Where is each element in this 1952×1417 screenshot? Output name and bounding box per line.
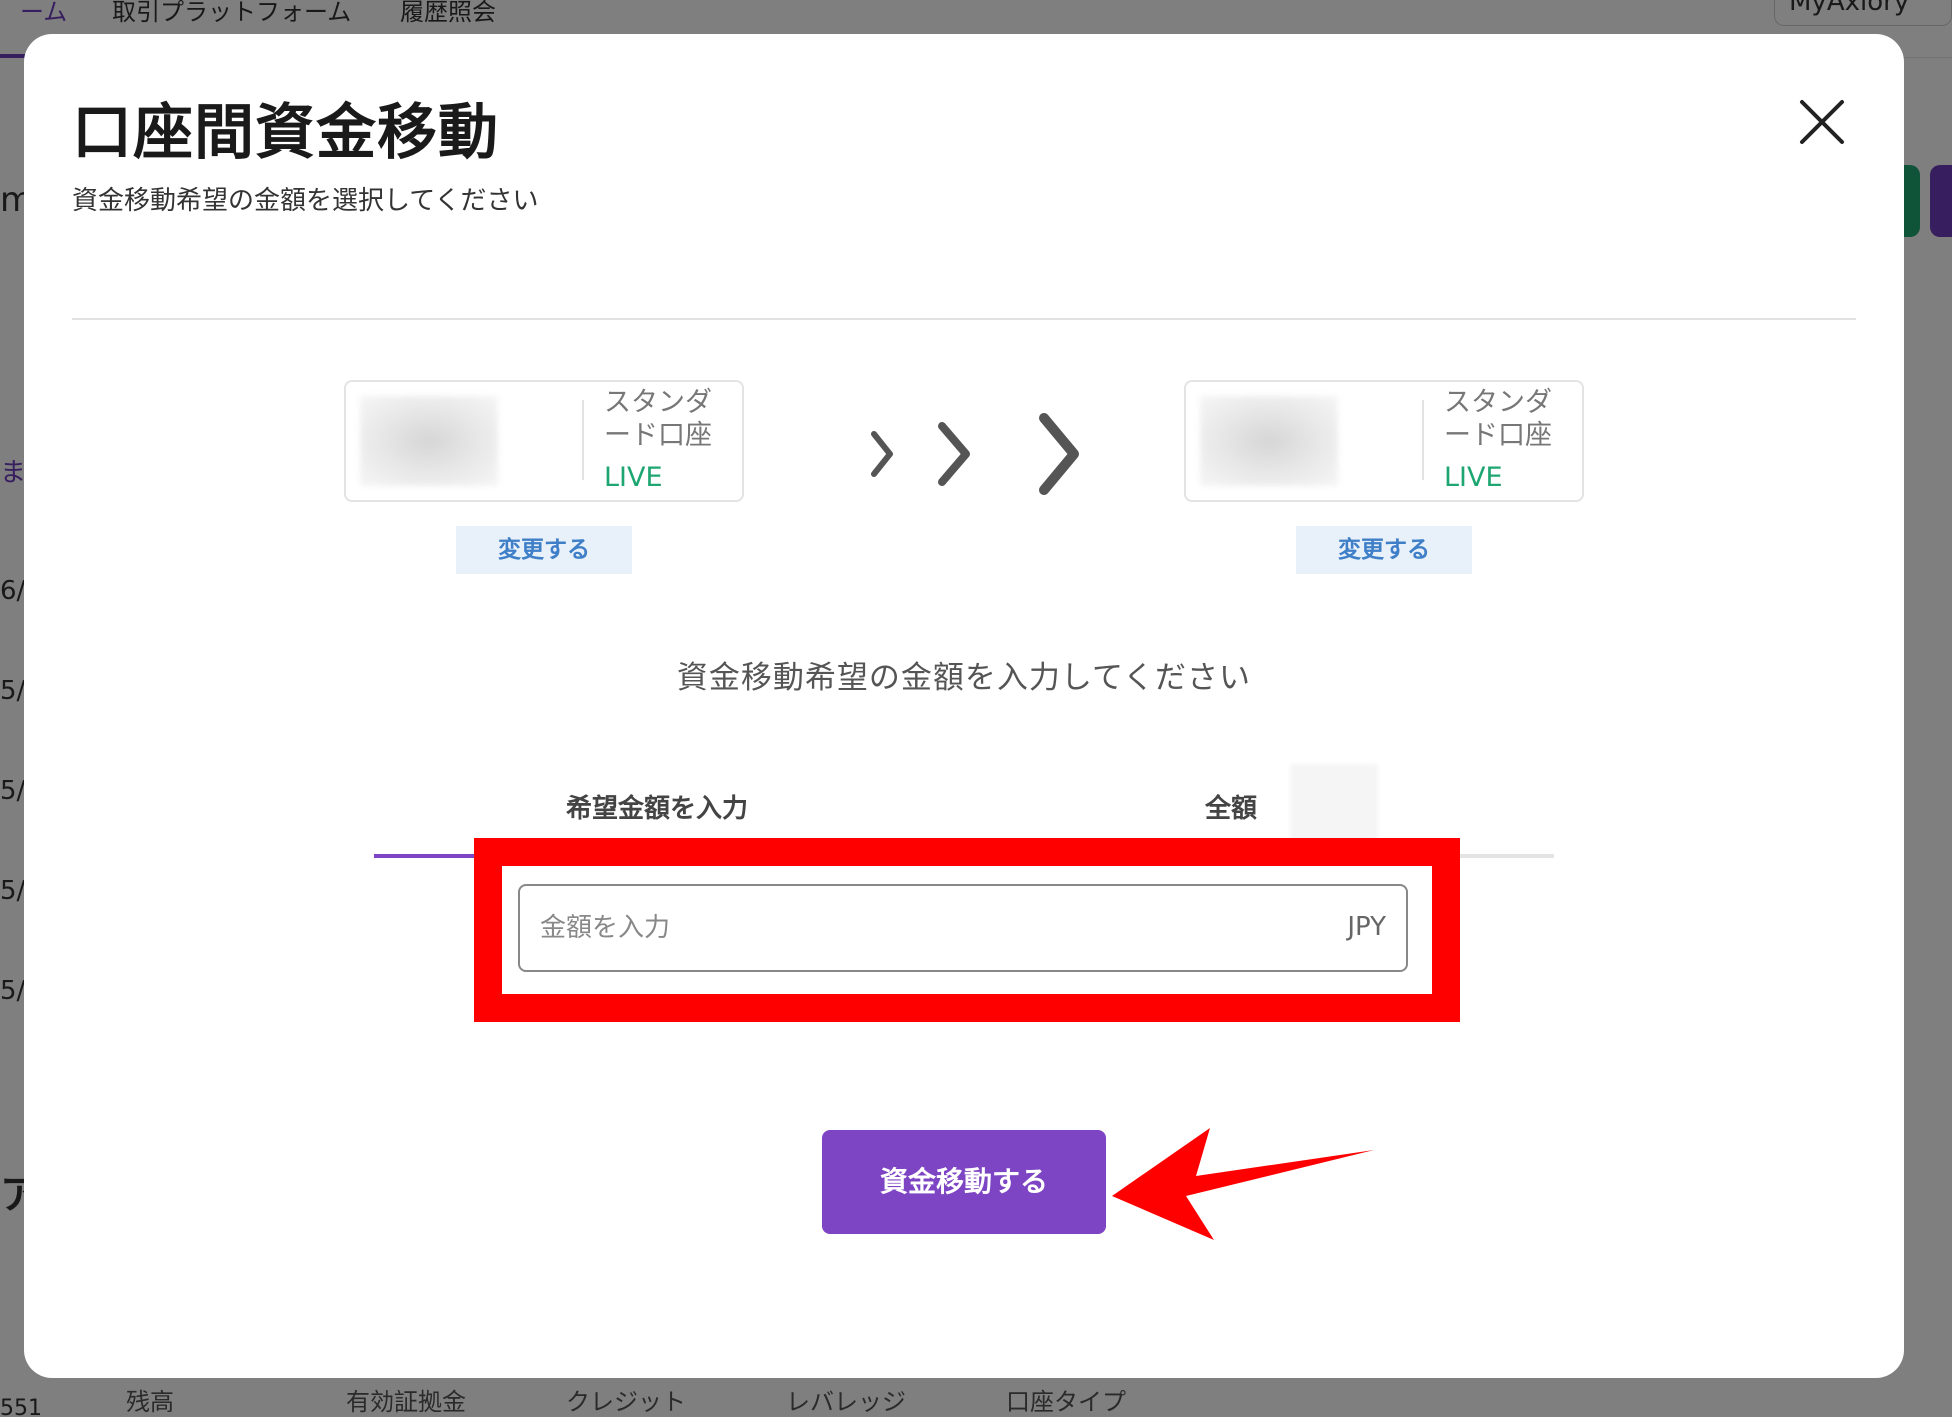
to-account-card: スタンダード口座 LIVE [1184,380,1584,502]
submit-transfer-button[interactable]: 資金移動する [822,1130,1106,1234]
close-icon [1800,100,1844,144]
to-account-type: スタンダード口座 [1444,387,1552,451]
annotation-arrow-icon [1112,1128,1374,1240]
tab-custom-amount-label: 希望金額を入力 [565,794,748,824]
close-button[interactable] [1796,96,1848,148]
account-number-redacted [1200,396,1338,486]
transfer-modal: 口座間資金移動 資金移動希望の金額を選択してください スタンダード口座 LIVE… [24,34,1904,1378]
currency-label: JPY [1347,912,1386,942]
header-divider [72,318,1856,320]
from-account-card: スタンダード口座 LIVE [344,380,744,502]
amount-field: JPY [518,884,1408,972]
account-card-separator [582,400,584,480]
tab-full-amount-label: 全額 [1204,794,1257,824]
account-number-redacted [360,396,498,486]
modal-title: 口座間資金移動 [72,98,499,168]
modal-subtitle: 資金移動希望の金額を選択してください [72,186,539,216]
change-to-account-button[interactable]: 変更する [1296,526,1472,574]
account-card-separator [1422,400,1424,480]
from-account-status: LIVE [604,462,663,493]
change-from-account-button[interactable]: 変更する [456,526,632,574]
from-account-type: スタンダード口座 [604,387,712,451]
amount-prompt: 資金移動希望の金額を入力してください [676,660,1252,696]
to-account-status: LIVE [1444,462,1503,493]
chevrons-right-icon [871,413,1079,495]
amount-input[interactable] [520,886,1406,970]
